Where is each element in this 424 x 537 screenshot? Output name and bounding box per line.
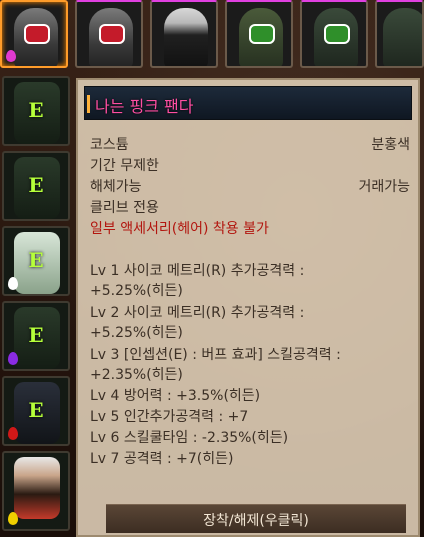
panda-emblem-icon bbox=[99, 24, 125, 44]
equip-action-bar[interactable]: 장착/해제(우클릭) bbox=[106, 504, 406, 533]
item-grade: 분홍색 bbox=[371, 137, 410, 153]
white-grade-drop-icon bbox=[8, 277, 18, 290]
stat-line: Lv 1 사이코 메트리(R) 추가공격력 : bbox=[90, 263, 305, 279]
item-tooltip: 나는 핑크 팬다 코스튬 분홍색 기간 무제한 해체가능 거래가능 클리브 전용… bbox=[76, 78, 420, 537]
green-emblem-icon bbox=[249, 24, 275, 44]
left-slot-4[interactable]: E bbox=[2, 301, 70, 371]
costume-slot-3[interactable] bbox=[150, 0, 218, 68]
title-accent bbox=[87, 95, 90, 113]
trade-status: 거래가능 bbox=[358, 179, 410, 195]
stat-line: Lv 2 사이코 메트리(R) 추가공격력 : bbox=[90, 305, 305, 321]
stat-line: Lv 4 방어력 : +3.5%(히든) bbox=[90, 388, 261, 404]
stat-line: Lv 3 [인셉션(E) : 버프 효과] 스킬공격력 : bbox=[90, 347, 341, 363]
duration-row: 기간 무제한 bbox=[90, 157, 410, 176]
item-type: 코스튬 bbox=[90, 137, 129, 153]
item-name: 나는 핑크 팬다 bbox=[95, 97, 194, 116]
left-slot-1[interactable]: E bbox=[2, 76, 70, 146]
trade-row: 해체가능 거래가능 bbox=[90, 178, 410, 197]
equip-warning: 일부 액세서리(헤어) 착용 불가 bbox=[90, 221, 269, 237]
stat-line: Lv 6 스킬쿨타임 : -2.35%(히든) bbox=[90, 430, 289, 446]
costume-slot-4[interactable] bbox=[225, 0, 293, 68]
stat-line: Lv 5 인간추가공격력 : +7 bbox=[90, 409, 249, 425]
left-slot-6[interactable] bbox=[2, 451, 70, 531]
yellow-grade-drop-icon bbox=[8, 512, 18, 525]
costume-slot-5[interactable] bbox=[300, 0, 368, 68]
stat-line: Lv 7 공격력 : +7(히든) bbox=[90, 451, 234, 467]
costume-slot-6[interactable] bbox=[375, 0, 424, 68]
costume-slot-2[interactable] bbox=[75, 0, 143, 68]
item-type-row: 코스튬 분홍색 bbox=[90, 136, 410, 155]
green-emblem-icon bbox=[324, 24, 350, 44]
equip-action-label: 장착/해제(우클릭) bbox=[203, 513, 309, 529]
costume-slot-1[interactable] bbox=[0, 0, 68, 68]
panda-emblem-icon bbox=[24, 24, 50, 44]
class-restriction-row: 클리브 전용 bbox=[90, 199, 410, 218]
disassemble-status: 해체가능 bbox=[90, 179, 142, 195]
stat-line: +5.25%(히든) bbox=[90, 283, 183, 299]
tooltip-title-bar: 나는 핑크 팬다 bbox=[84, 86, 412, 120]
pink-grade-drop-icon bbox=[6, 50, 16, 62]
slot-letter: E bbox=[28, 98, 44, 122]
slot-letter: E bbox=[28, 398, 44, 422]
class-restriction: 클리브 전용 bbox=[90, 200, 159, 216]
slot-letter: E bbox=[28, 248, 44, 272]
purple-grade-drop-icon bbox=[8, 352, 18, 365]
left-slot-3[interactable]: E bbox=[2, 226, 70, 296]
red-grade-drop-icon bbox=[8, 427, 18, 440]
item-duration: 기간 무제한 bbox=[90, 158, 159, 174]
slot-letter: E bbox=[28, 173, 44, 197]
left-slot-5[interactable]: E bbox=[2, 376, 70, 446]
stat-line: +5.25%(히든) bbox=[90, 325, 183, 341]
equip-warning-row: 일부 액세서리(헤어) 착용 불가 bbox=[90, 220, 410, 239]
costume-preview bbox=[383, 8, 422, 66]
slot-letter: E bbox=[28, 323, 44, 347]
stat-line: +2.35%(히든) bbox=[90, 367, 183, 383]
character-portrait bbox=[14, 457, 60, 519]
character-portrait bbox=[164, 8, 208, 66]
left-slot-2[interactable]: E bbox=[2, 151, 70, 221]
